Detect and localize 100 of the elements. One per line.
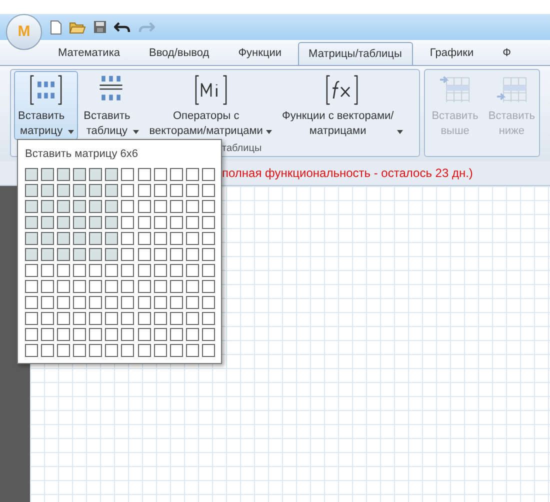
matrix-size-cell[interactable] <box>138 280 151 292</box>
matrix-size-cell[interactable] <box>73 168 86 180</box>
matrix-size-cell[interactable] <box>202 216 215 228</box>
ribbon-button[interactable]: Вставить матрицу <box>14 71 78 140</box>
matrix-size-cell[interactable] <box>186 168 199 180</box>
matrix-size-cell[interactable] <box>202 232 215 244</box>
matrix-size-cell[interactable] <box>202 248 215 260</box>
matrix-size-cell[interactable] <box>121 248 134 260</box>
matrix-size-cell[interactable] <box>89 184 102 196</box>
folder-icon[interactable] <box>69 20 86 34</box>
ribbon-button[interactable]: Вставить таблицу <box>80 71 144 140</box>
matrix-size-cell[interactable] <box>89 344 102 356</box>
matrix-size-cell[interactable] <box>89 296 102 308</box>
matrix-size-cell[interactable] <box>73 296 86 308</box>
matrix-size-cell[interactable] <box>154 232 167 244</box>
matrix-size-cell[interactable] <box>105 312 118 324</box>
matrix-size-cell[interactable] <box>121 216 134 228</box>
matrix-size-cell[interactable] <box>25 328 38 340</box>
matrix-size-cell[interactable] <box>121 280 134 292</box>
new-document-icon[interactable] <box>50 20 62 34</box>
ribbon-tab[interactable]: Матрицы/таблицы <box>298 42 413 65</box>
matrix-size-cell[interactable] <box>105 280 118 292</box>
matrix-size-cell[interactable] <box>73 344 86 356</box>
matrix-size-cell[interactable] <box>73 280 86 292</box>
matrix-size-cell[interactable] <box>170 184 183 196</box>
matrix-size-cell[interactable] <box>170 168 183 180</box>
matrix-size-cell[interactable] <box>41 168 54 180</box>
matrix-size-cell[interactable] <box>202 200 215 212</box>
matrix-size-cell[interactable] <box>121 296 134 308</box>
matrix-size-cell[interactable] <box>202 344 215 356</box>
matrix-size-cell[interactable] <box>105 328 118 340</box>
undo-icon[interactable] <box>114 21 131 33</box>
matrix-size-cell[interactable] <box>121 168 134 180</box>
matrix-size-cell[interactable] <box>89 280 102 292</box>
matrix-size-cell[interactable] <box>25 280 38 292</box>
matrix-size-cell[interactable] <box>154 312 167 324</box>
matrix-size-cell[interactable] <box>105 296 118 308</box>
ribbon-tab[interactable]: Графики <box>416 42 487 65</box>
matrix-size-cell[interactable] <box>73 328 86 340</box>
matrix-size-cell[interactable] <box>170 296 183 308</box>
matrix-size-cell[interactable] <box>57 232 70 244</box>
matrix-size-cell[interactable] <box>170 264 183 276</box>
matrix-size-cell[interactable] <box>89 232 102 244</box>
matrix-size-cell[interactable] <box>186 184 199 196</box>
matrix-size-cell[interactable] <box>41 328 54 340</box>
matrix-size-cell[interactable] <box>121 184 134 196</box>
matrix-size-cell[interactable] <box>57 184 70 196</box>
matrix-size-cell[interactable] <box>57 296 70 308</box>
matrix-size-cell[interactable] <box>170 248 183 260</box>
matrix-size-cell[interactable] <box>57 248 70 260</box>
matrix-size-cell[interactable] <box>121 344 134 356</box>
matrix-size-cell[interactable] <box>57 344 70 356</box>
matrix-size-cell[interactable] <box>57 168 70 180</box>
matrix-size-cell[interactable] <box>105 264 118 276</box>
matrix-size-cell[interactable] <box>186 280 199 292</box>
matrix-size-cell[interactable] <box>202 168 215 180</box>
matrix-size-cell[interactable] <box>202 264 215 276</box>
matrix-size-cell[interactable] <box>25 216 38 228</box>
matrix-size-cell[interactable] <box>57 264 70 276</box>
matrix-size-cell[interactable] <box>186 200 199 212</box>
matrix-size-cell[interactable] <box>154 264 167 276</box>
matrix-size-cell[interactable] <box>170 200 183 212</box>
matrix-size-cell[interactable] <box>41 296 54 308</box>
matrix-size-cell[interactable] <box>186 344 199 356</box>
matrix-size-cell[interactable] <box>57 280 70 292</box>
save-icon[interactable] <box>93 20 107 34</box>
matrix-size-cell[interactable] <box>154 344 167 356</box>
matrix-size-cell[interactable] <box>73 200 86 212</box>
matrix-size-cell[interactable] <box>170 216 183 228</box>
matrix-size-cell[interactable] <box>170 344 183 356</box>
matrix-size-cell[interactable] <box>89 216 102 228</box>
matrix-size-cell[interactable] <box>41 200 54 212</box>
matrix-size-cell[interactable] <box>73 232 86 244</box>
ribbon-tab[interactable]: Ф <box>490 42 524 65</box>
matrix-size-cell[interactable] <box>105 216 118 228</box>
matrix-size-cell[interactable] <box>186 296 199 308</box>
matrix-size-cell[interactable] <box>25 296 38 308</box>
ribbon-tab[interactable]: Математика <box>45 42 133 65</box>
matrix-size-cell[interactable] <box>105 344 118 356</box>
matrix-size-cell[interactable] <box>154 296 167 308</box>
matrix-size-cell[interactable] <box>57 200 70 212</box>
matrix-size-cell[interactable] <box>138 328 151 340</box>
matrix-size-cell[interactable] <box>25 248 38 260</box>
matrix-size-cell[interactable] <box>89 264 102 276</box>
matrix-size-cell[interactable] <box>25 200 38 212</box>
matrix-size-cell[interactable] <box>25 168 38 180</box>
matrix-size-cell[interactable] <box>121 312 134 324</box>
matrix-size-cell[interactable] <box>25 312 38 324</box>
matrix-size-cell[interactable] <box>154 216 167 228</box>
matrix-size-cell[interactable] <box>154 168 167 180</box>
matrix-size-cell[interactable] <box>186 264 199 276</box>
matrix-size-cell[interactable] <box>121 264 134 276</box>
matrix-size-cell[interactable] <box>41 232 54 244</box>
matrix-size-cell[interactable] <box>138 184 151 196</box>
matrix-size-cell[interactable] <box>105 232 118 244</box>
matrix-size-cell[interactable] <box>121 328 134 340</box>
ribbon-tab[interactable]: Ввод/вывод <box>136 42 222 65</box>
matrix-size-cell[interactable] <box>186 248 199 260</box>
matrix-size-cell[interactable] <box>57 328 70 340</box>
matrix-size-cell[interactable] <box>73 312 86 324</box>
